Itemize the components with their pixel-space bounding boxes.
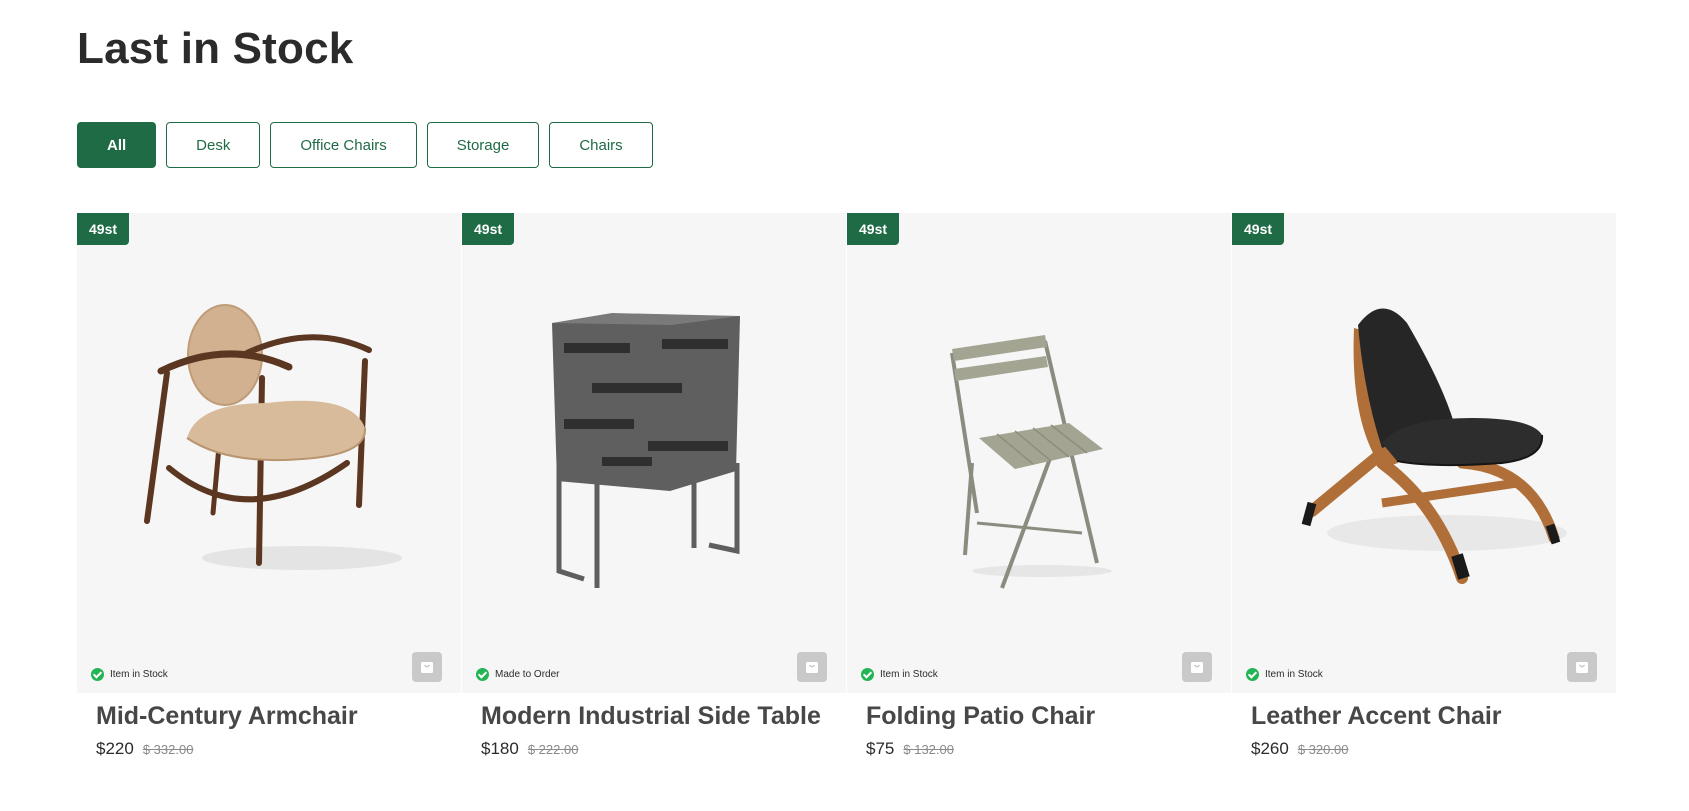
original-price: $ 320.00 <box>1297 742 1349 757</box>
product-name[interactable]: Folding Patio Chair <box>866 702 1231 731</box>
shopping-bag-icon <box>1576 662 1588 673</box>
product-card[interactable]: 49st Item in Stock Folding Patio Chair $… <box>847 213 1231 759</box>
product-name[interactable]: Mid-Century Armchair <box>96 702 461 731</box>
armchair-image[interactable] <box>77 213 461 693</box>
original-price: $ 332.00 <box>142 742 194 757</box>
price-row: $260 $ 320.00 <box>1251 739 1616 759</box>
current-price: $260 <box>1251 739 1289 758</box>
availability-status: Made to Order <box>476 668 559 681</box>
shopping-bag-icon <box>806 662 818 673</box>
product-name[interactable]: Modern Industrial Side Table <box>481 702 846 731</box>
add-to-cart-button[interactable] <box>1182 652 1212 682</box>
shopping-bag-icon <box>421 662 433 673</box>
filter-storage[interactable]: Storage <box>426 122 540 168</box>
product-media[interactable]: 49st Made to Order <box>462 213 846 693</box>
check-circle-icon <box>91 668 104 681</box>
filter-chairs[interactable]: Chairs <box>549 122 653 168</box>
price-row: $180 $ 222.00 <box>481 739 846 759</box>
stock-badge: 49st <box>1232 213 1285 245</box>
side-table-image[interactable] <box>462 213 846 693</box>
product-info: Modern Industrial Side Table $180 $ 222.… <box>462 693 846 759</box>
product-info: Leather Accent Chair $260 $ 320.00 <box>1232 693 1616 759</box>
availability-status: Item in Stock <box>861 668 938 681</box>
page-title: Last in Stock <box>77 24 354 73</box>
folding-chair-image[interactable] <box>847 213 1231 693</box>
product-media[interactable]: 49st Item in Stock <box>77 213 461 693</box>
stock-badge: 49st <box>77 213 130 245</box>
product-media[interactable]: 49st Item in Stock <box>847 213 1231 693</box>
check-circle-icon <box>861 668 874 681</box>
current-price: $75 <box>866 739 895 758</box>
availability-label: Item in Stock <box>1265 669 1323 680</box>
current-price: $220 <box>96 739 134 758</box>
leather-chair-image[interactable] <box>1232 213 1616 693</box>
add-to-cart-button[interactable] <box>412 652 442 682</box>
original-price: $ 222.00 <box>527 742 579 757</box>
add-to-cart-button[interactable] <box>797 652 827 682</box>
price-row: $220 $ 332.00 <box>96 739 461 759</box>
filter-office-chairs[interactable]: Office Chairs <box>270 122 417 168</box>
stock-badge: 49st <box>847 213 900 245</box>
original-price: $ 132.00 <box>903 742 954 757</box>
check-circle-icon <box>476 668 489 681</box>
shopping-bag-icon <box>1191 662 1203 673</box>
filter-all[interactable]: All <box>77 122 157 168</box>
add-to-cart-button[interactable] <box>1567 652 1597 682</box>
availability-label: Item in Stock <box>880 669 938 680</box>
product-card[interactable]: 49st Item in Stock Mid-Century Armchair … <box>77 213 461 759</box>
product-card[interactable]: 49st Item in Stock Leather Accent Chair … <box>1232 213 1616 759</box>
price-row: $75 $ 132.00 <box>866 739 1231 759</box>
filter-desk[interactable]: Desk <box>166 122 261 168</box>
availability-label: Made to Order <box>495 669 560 680</box>
availability-status: Item in Stock <box>1246 668 1323 681</box>
product-name[interactable]: Leather Accent Chair <box>1251 702 1616 731</box>
check-circle-icon <box>1246 668 1259 681</box>
category-filters: All Desk Office Chairs Storage Chairs <box>77 122 653 168</box>
product-card[interactable]: 49st Made to Order Modern Industrial Sid… <box>462 213 846 759</box>
product-grid: 49st Item in Stock Mid-Century Armchair … <box>77 213 1616 759</box>
product-info: Mid-Century Armchair $220 $ 332.00 <box>77 693 461 759</box>
availability-status: Item in Stock <box>91 668 168 681</box>
availability-label: Item in Stock <box>110 669 168 680</box>
product-media[interactable]: 49st Item in Stock <box>1232 213 1616 693</box>
stock-badge: 49st <box>462 213 515 245</box>
current-price: $180 <box>481 739 519 758</box>
product-info: Folding Patio Chair $75 $ 132.00 <box>847 693 1231 759</box>
